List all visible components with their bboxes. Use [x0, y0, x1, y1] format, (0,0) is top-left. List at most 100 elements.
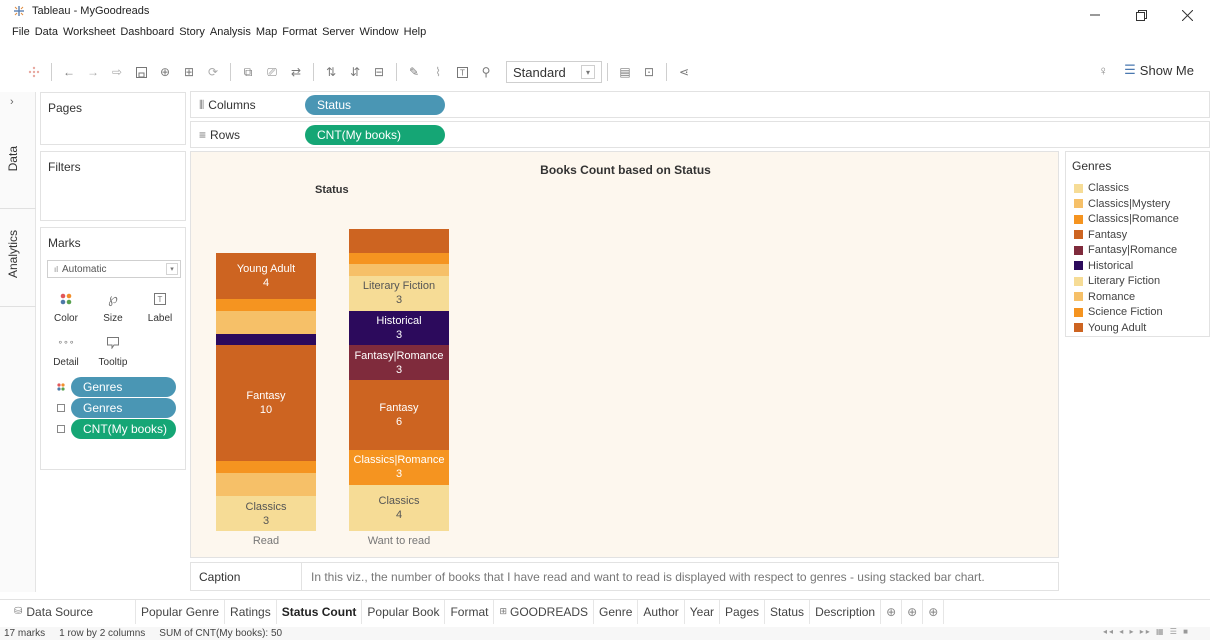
sheet-nav-icons[interactable]: ◂◂ ◂ ▸ ▸▸ ▦ ☰ ■ [1103, 627, 1190, 636]
legend-item[interactable]: Science Fiction [1074, 306, 1163, 318]
analytics-tab[interactable]: Analytics [6, 230, 20, 278]
show-cards-icon[interactable]: ▤ [615, 62, 635, 82]
legend-item-label: Romance [1088, 290, 1136, 303]
sheet-tab-genre[interactable]: Genre [594, 599, 639, 624]
bar-segment[interactable] [216, 299, 316, 311]
menu-analysis[interactable]: Analysis [210, 26, 251, 38]
sort-ascending-icon[interactable]: ⇅ [321, 62, 341, 82]
sheet-tab-description[interactable]: Description [810, 599, 882, 624]
legend-item[interactable]: Fantasy [1074, 229, 1127, 241]
back-arrow-icon[interactable]: ← [59, 62, 79, 82]
divider [0, 208, 36, 209]
mark-type-select[interactable]: ıl Automatic ▾ [47, 260, 181, 278]
detail-button[interactable]: ∘∘∘ Detail [47, 328, 85, 368]
bar-segment[interactable] [216, 310, 316, 334]
menu-window[interactable]: Window [360, 26, 399, 38]
bar-segment[interactable] [216, 461, 316, 473]
show-labels-icon[interactable]: T [452, 62, 472, 82]
pin-icon[interactable]: ⚲ [476, 62, 496, 82]
menu-format[interactable]: Format [282, 26, 317, 38]
fit-select[interactable]: Standard ▾ [506, 61, 602, 83]
count-label-pill[interactable]: CNT(My books) [71, 419, 176, 439]
sheet-tab-ratings[interactable]: Ratings [225, 599, 277, 624]
columns-shelf[interactable]: ⦀ Columns Status [190, 91, 1210, 118]
new-datasource-icon[interactable]: ⊕ [155, 62, 175, 82]
sheet-tab-year[interactable]: Year [685, 599, 720, 624]
sheet-tab-label: Format [450, 604, 489, 619]
sheet-tab-format[interactable]: Format [445, 599, 495, 624]
group-icon[interactable]: ⊟ [369, 62, 389, 82]
share-icon[interactable]: ⋖ [674, 62, 694, 82]
sort-descending-icon[interactable]: ⇵ [345, 62, 365, 82]
forward-arrow-icon[interactable]: → [83, 62, 103, 82]
menu-map[interactable]: Map [256, 26, 277, 38]
redo-icon[interactable]: ⇨ [107, 62, 127, 82]
new-worksheet-icon[interactable]: ⊕ [881, 599, 903, 624]
menu-story[interactable]: Story [179, 26, 205, 38]
sheet-tab-status-count[interactable]: Status Count [276, 599, 363, 624]
caption-text[interactable]: In this viz., the number of books that I… [311, 570, 985, 584]
sheet-tab-popular-genre[interactable]: Popular Genre [136, 599, 226, 624]
close-icon[interactable] [1164, 0, 1210, 30]
data-source-tab[interactable]: ⛁ Data Source [0, 599, 136, 624]
size-button[interactable]: ℘ Size [94, 284, 132, 324]
count-row-pill[interactable]: CNT(My books) [305, 125, 445, 145]
legend-item[interactable]: Classics|Romance [1074, 213, 1179, 225]
presentation-icon[interactable]: ⊡ [639, 62, 659, 82]
new-story-icon[interactable]: ⊕ [923, 599, 945, 624]
detail-button-label: Detail [53, 357, 79, 368]
legend-item[interactable]: Fantasy|Romance [1074, 244, 1177, 256]
sheet-tab-goodreads[interactable]: ⊞ GOODREADS [494, 599, 595, 624]
menu-help[interactable]: Help [404, 26, 427, 38]
tooltip-button[interactable]: Tooltip [94, 328, 132, 368]
sheet-tab-author[interactable]: Author [638, 599, 685, 624]
menu-dashboard[interactable]: Dashboard [120, 26, 174, 38]
data-tab[interactable]: Data [6, 146, 20, 171]
legend-item[interactable]: Classics [1074, 182, 1129, 194]
menu-server[interactable]: Server [322, 26, 354, 38]
expand-pane-icon[interactable]: › [10, 96, 14, 108]
new-dashboard-icon[interactable]: ⊕ [902, 599, 924, 624]
rows-shelf[interactable]: ≡ Rows CNT(My books) [190, 121, 1210, 148]
filters-card[interactable]: Filters [40, 151, 186, 221]
bar-segment[interactable] [349, 252, 449, 265]
highlight-icon[interactable]: ✎ [404, 62, 424, 82]
genres-label-pill[interactable]: Genres [71, 398, 176, 418]
bar-segment-label: Classics|Romance 3 [349, 453, 449, 481]
sheet-tab-popular-book[interactable]: Popular Book [362, 599, 446, 624]
bar-segment-label: Fantasy|Romance 3 [349, 349, 449, 377]
pages-card[interactable]: Pages [40, 92, 186, 145]
tableau-home-icon[interactable] [24, 62, 44, 82]
legend-item[interactable]: Young Adult [1074, 322, 1146, 334]
restore-icon[interactable] [1118, 0, 1164, 30]
caption-label: Caption [199, 570, 241, 584]
save-icon[interactable] [131, 62, 151, 82]
bar-segment[interactable] [216, 333, 316, 346]
refresh-icon[interactable]: ⟳ [203, 62, 223, 82]
legend-item[interactable]: Literary Fiction [1074, 275, 1160, 287]
sheet-tab-pages[interactable]: Pages [720, 599, 766, 624]
menu-data[interactable]: Data [35, 26, 58, 38]
sheet-tab-status[interactable]: Status [765, 599, 811, 624]
legend-item[interactable]: Classics|Mystery [1074, 198, 1170, 210]
clear-sheet-icon[interactable]: ⎚ [262, 62, 282, 82]
label-button[interactable]: T Label [141, 284, 179, 324]
legend-item[interactable]: Romance [1074, 291, 1135, 303]
swap-rows-columns-icon[interactable]: ⇄ [286, 62, 306, 82]
menu-worksheet[interactable]: Worksheet [63, 26, 115, 38]
legend-item-label: Fantasy|Romance [1088, 244, 1178, 256]
bar-segment[interactable] [349, 229, 449, 253]
bar-segment[interactable] [216, 473, 316, 497]
minimize-icon[interactable] [1072, 0, 1118, 30]
color-button[interactable]: Color [47, 284, 85, 324]
duplicate-sheet-icon[interactable]: ⧉ [238, 62, 258, 82]
legend-item[interactable]: Historical [1074, 260, 1133, 272]
bar-segment[interactable] [349, 264, 449, 276]
status-column-pill[interactable]: Status [305, 95, 445, 115]
show-me-label: Show Me [1139, 62, 1194, 78]
show-me-button[interactable]: ♀ ☰ Show Me [1098, 62, 1194, 78]
new-worksheet-icon[interactable]: ⊞ [179, 62, 199, 82]
menu-file[interactable]: File [12, 26, 30, 38]
genres-color-pill[interactable]: Genres [71, 377, 176, 397]
attach-icon[interactable]: ⌇ [428, 62, 448, 82]
